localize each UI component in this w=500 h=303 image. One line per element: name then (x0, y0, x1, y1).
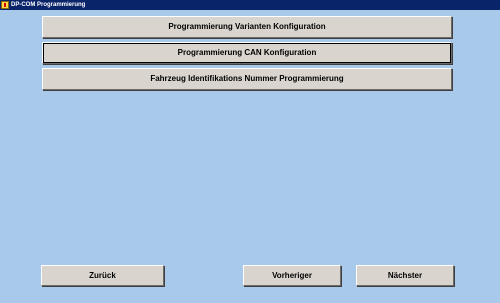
window-title: DP-COM Programmierung (11, 2, 86, 8)
next-button[interactable]: Nächster (356, 265, 454, 286)
back-button[interactable]: Zurück (41, 265, 164, 286)
title-bar[interactable]: DP-COM Programmierung (0, 0, 500, 10)
app-icon (1, 1, 9, 9)
programming-variants-configuration-button[interactable]: Programmierung Varianten Konfiguration (42, 16, 452, 38)
previous-button[interactable]: Vorheriger (243, 265, 341, 286)
app-window: DP-COM Programmierung Programmierung Var… (0, 0, 500, 303)
vehicle-identification-number-programming-button[interactable]: Fahrzeug Identifikations Nummer Programm… (42, 68, 452, 90)
programming-can-configuration-button[interactable]: Programmierung CAN Konfiguration (42, 42, 452, 64)
